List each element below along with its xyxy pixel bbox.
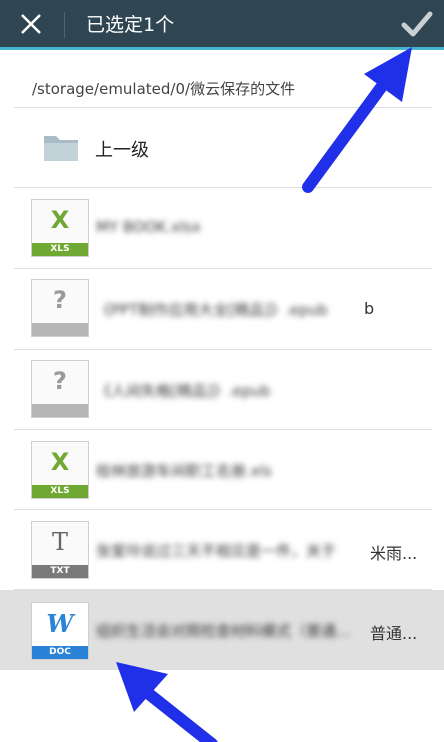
check-icon[interactable] xyxy=(400,9,434,41)
excel-file-icon: X XLS xyxy=(31,441,89,499)
close-icon[interactable] xyxy=(18,11,44,37)
file-row[interactable]: ? 《人间失格[精品]》.epub xyxy=(0,350,444,430)
file-row[interactable]: T TXT 张爱玲说过三天不相见是一件，关于 米雨... xyxy=(0,510,444,590)
word-file-icon: W DOC xyxy=(31,602,89,660)
file-name: 张爱玲说过三天不相见是一件，关于 xyxy=(96,542,337,560)
unknown-file-icon: ? xyxy=(31,279,89,337)
file-name: MY BOOK.xlsx xyxy=(96,218,201,236)
file-name: 组织生活会对照检查材料模式（普通... xyxy=(96,622,351,640)
file-name-tail: b xyxy=(364,299,375,318)
file-name: 桂林旅游车间职工名册.xls xyxy=(96,462,272,480)
current-path: /storage/emulated/0/微云保存的文件 xyxy=(32,80,296,98)
file-name-tail: 普通... xyxy=(370,624,418,643)
annotation-arrow-up-left xyxy=(116,662,218,742)
parent-folder-label: 上一级 xyxy=(95,140,149,161)
toolbar-separator xyxy=(64,12,65,38)
unknown-file-icon: ? xyxy=(31,360,89,418)
selection-title: 已选定1个 xyxy=(86,14,175,36)
excel-file-icon: X XLS xyxy=(31,199,89,257)
folder-icon xyxy=(44,136,78,161)
file-name: 《PPT制作应用大全[精品]》.epub xyxy=(96,301,328,319)
text-file-icon: T TXT xyxy=(31,521,89,579)
file-row[interactable]: X XLS 桂林旅游车间职工名册.xls xyxy=(0,430,444,510)
file-name: 《人间失格[精品]》.epub xyxy=(96,382,271,400)
file-row[interactable]: ? 《PPT制作应用大全[精品]》.epub b xyxy=(0,269,444,349)
file-name-tail: 米雨... xyxy=(370,544,418,563)
annotation-arrow-up-right xyxy=(302,47,412,193)
